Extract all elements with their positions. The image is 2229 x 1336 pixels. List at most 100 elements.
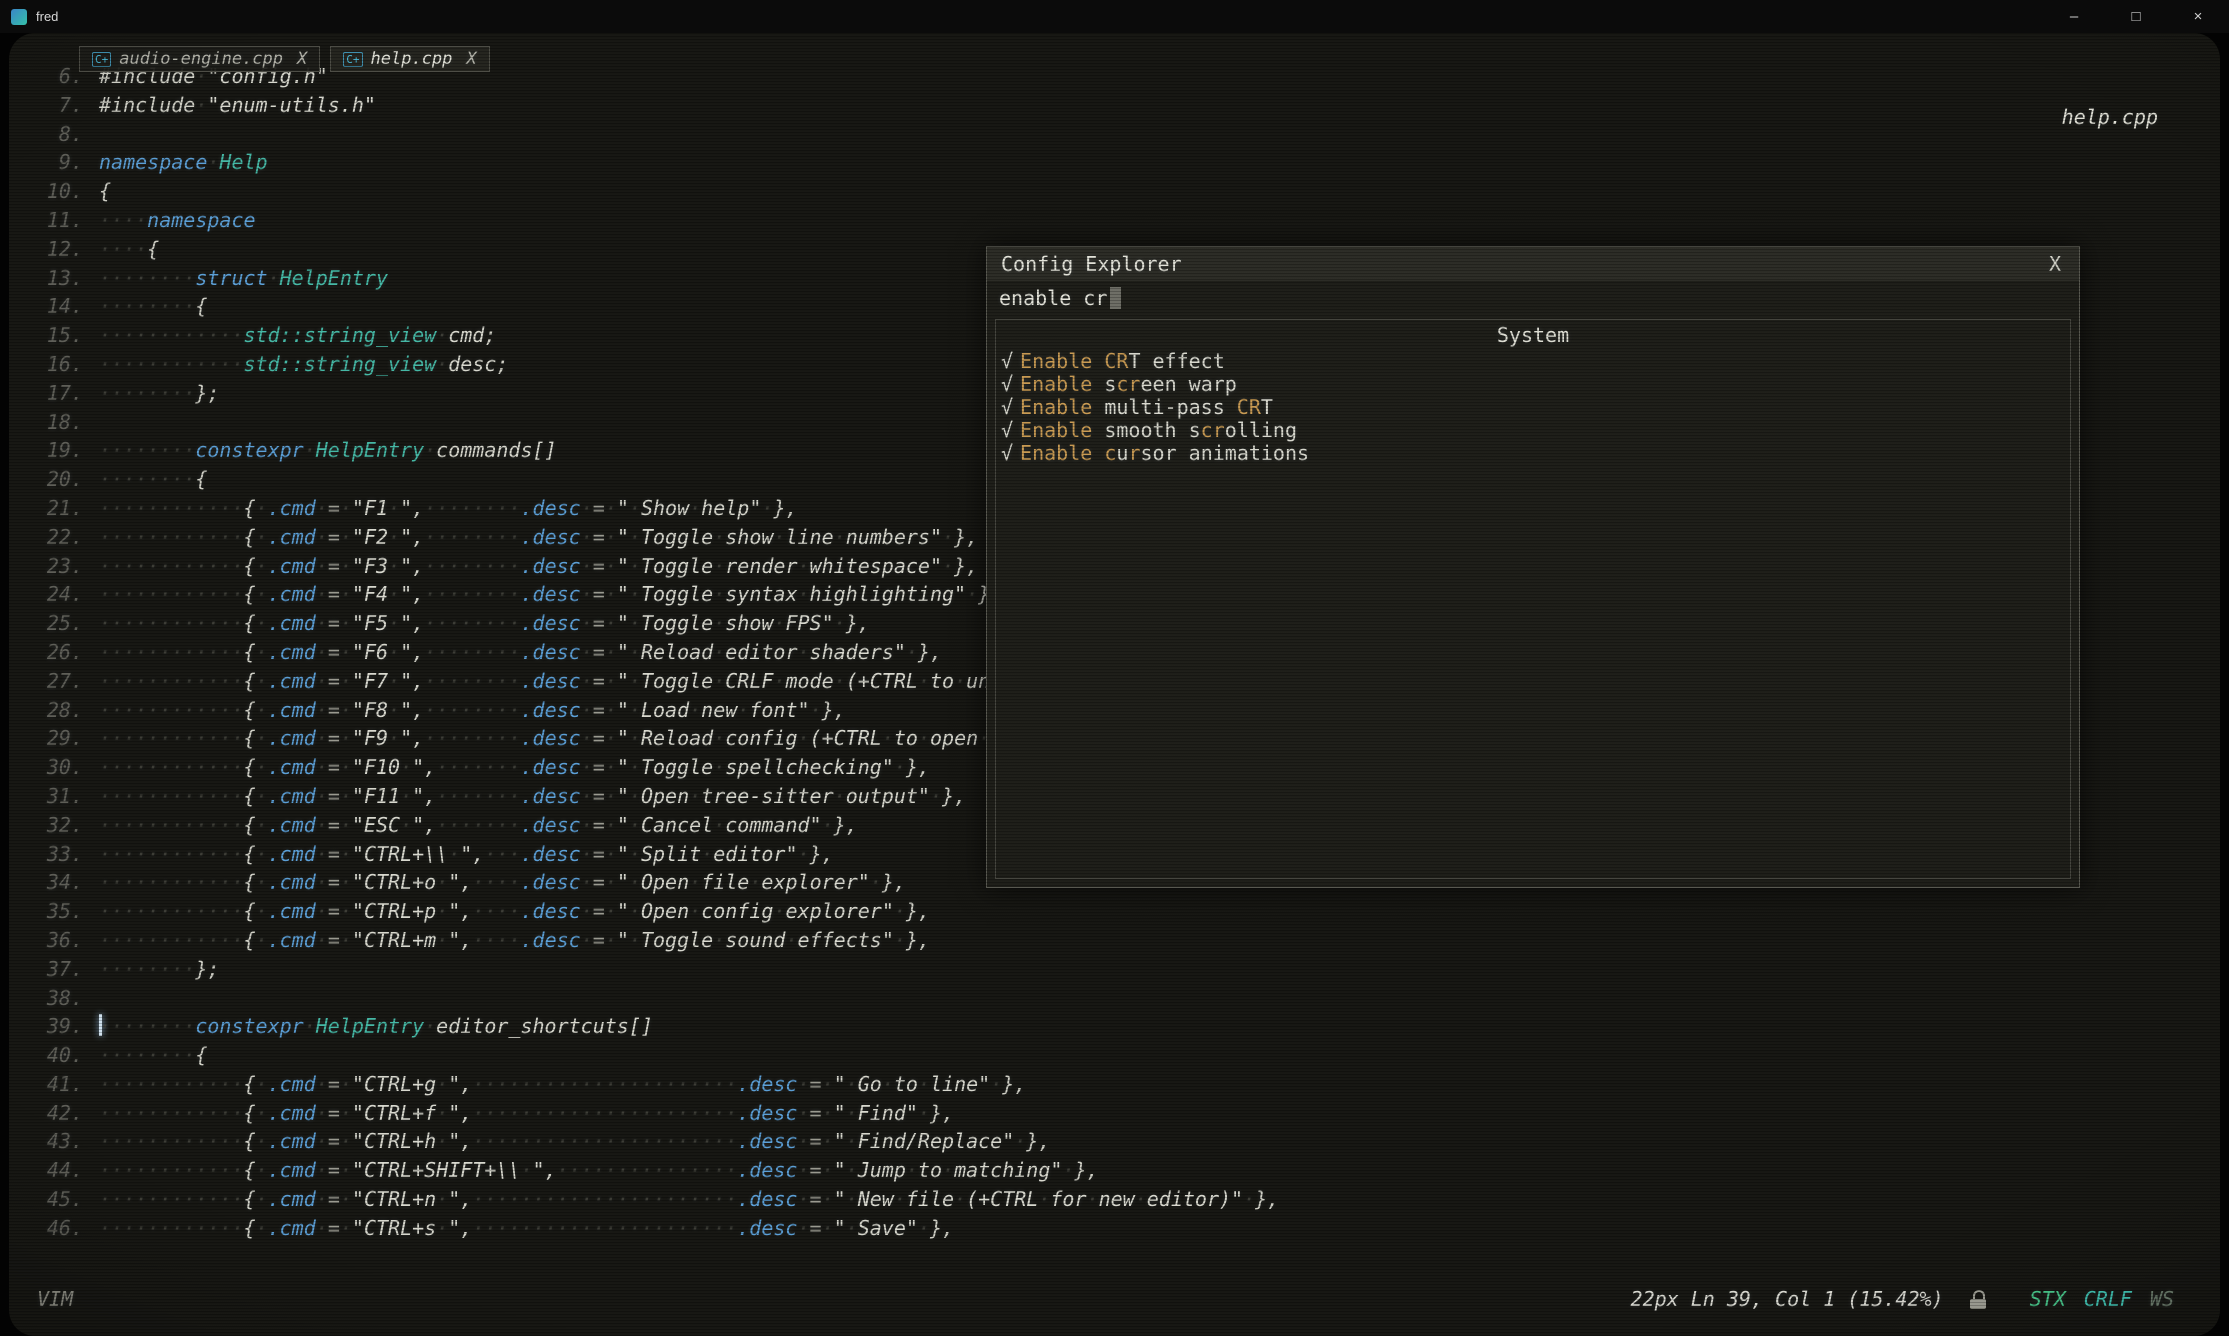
- option-text: [1092, 441, 1104, 465]
- current-file-label: help.cpp: [2062, 105, 2158, 129]
- whitespace-dots: ········: [424, 640, 520, 664]
- pun-token: },: [1255, 1187, 1279, 1211]
- pun-token: {: [244, 1216, 256, 1240]
- tab-help.cpp[interactable]: C+help.cppX: [330, 46, 489, 72]
- whitespace-dots: ·: [834, 525, 846, 549]
- whitespace-dots: ·: [1243, 1187, 1255, 1211]
- tab-label: help.cpp: [371, 49, 453, 69]
- pun-token: ;: [484, 323, 496, 347]
- whitespace-dots: ·: [316, 698, 328, 722]
- op-token: =: [328, 1187, 340, 1211]
- checked-checkbox-icon[interactable]: √: [1001, 418, 1013, 442]
- maximize-button[interactable]: □: [2105, 0, 2167, 33]
- checked-checkbox-icon[interactable]: √: [1001, 395, 1013, 419]
- str-token: Find/Replace": [858, 1129, 1015, 1153]
- pun-token: {: [195, 294, 207, 318]
- whitespace-dots: ·: [942, 525, 954, 549]
- whitespace-dots: ·: [256, 640, 268, 664]
- whitespace-dots: ······················: [472, 1187, 737, 1211]
- whitespace-dots: ·: [436, 928, 448, 952]
- op-token: =: [328, 1072, 340, 1096]
- str-token: (+CTRL: [810, 726, 882, 750]
- kw-token: constexpr: [195, 1014, 303, 1038]
- whitespace-dots: ·: [581, 554, 593, 578]
- whitespace-dots: ············: [99, 755, 244, 779]
- str-token: ": [617, 870, 629, 894]
- code-line-37: 37.········};: [35, 955, 1279, 984]
- app-icon: [11, 9, 27, 25]
- str-token: ",: [400, 698, 424, 722]
- tab-close-button[interactable]: X: [297, 49, 307, 69]
- whitespace-dots: ·: [605, 582, 617, 606]
- config-option[interactable]: √Enable smooth scrolling: [996, 419, 2070, 442]
- minimize-button[interactable]: –: [2043, 0, 2105, 33]
- line-number: 11.: [35, 206, 83, 235]
- pun-token: {: [195, 467, 207, 491]
- whitespace-dots: ·: [797, 1187, 809, 1211]
- config-explorer-titlebar: Config Explorer X: [987, 247, 2079, 281]
- whitespace-dots: ·······: [436, 784, 520, 808]
- line-number: 23.: [35, 552, 83, 581]
- op-token: =: [593, 899, 605, 923]
- matched-text: Enable: [1020, 441, 1092, 465]
- str-token: output": [846, 784, 930, 808]
- config-explorer-close-button[interactable]: X: [2045, 252, 2065, 276]
- str-token: Save": [858, 1216, 918, 1240]
- mem-token: .cmd: [268, 928, 316, 952]
- whitespace-dots: ·: [605, 870, 617, 894]
- str-token: Open: [641, 784, 689, 808]
- pun-token: {: [244, 928, 256, 952]
- config-option[interactable]: √Enable screen warp: [996, 373, 2070, 396]
- type-token: HelpEntry: [316, 1014, 424, 1038]
- str-token: sound: [725, 928, 785, 952]
- config-option[interactable]: √Enable CRT effect: [996, 350, 2070, 373]
- pun-token: };: [195, 957, 219, 981]
- whitespace-dots: ·: [340, 640, 352, 664]
- whitespace-dots: ······················: [472, 1216, 737, 1240]
- checked-checkbox-icon[interactable]: √: [1001, 441, 1013, 465]
- whitespace-dots: ·: [581, 496, 593, 520]
- pun-token: },: [906, 899, 930, 923]
- whitespace-dots: ·: [581, 726, 593, 750]
- code-line-39: 39.········constexpr·HelpEntry·editor_sh…: [35, 1012, 1279, 1041]
- str-token: (+CTRL: [966, 1187, 1038, 1211]
- str-token: Toggle: [641, 669, 713, 693]
- whitespace-dots: ·: [749, 870, 761, 894]
- close-button[interactable]: ×: [2167, 0, 2229, 33]
- tab-close-button[interactable]: X: [466, 49, 476, 69]
- op-token: =: [328, 554, 340, 578]
- pun-token: {: [99, 179, 111, 203]
- pun-token: {: [244, 1101, 256, 1125]
- str-token: "CTRL+o: [352, 870, 436, 894]
- mem-token: .desc: [521, 726, 581, 750]
- op-token: =: [328, 640, 340, 664]
- line-number: 43.: [35, 1127, 83, 1156]
- line-number: 8.: [35, 120, 83, 149]
- pun-token: },: [1026, 1129, 1050, 1153]
- str-token: open: [930, 726, 978, 750]
- whitespace-dots: ········: [424, 554, 520, 578]
- whitespace-dots: ·: [448, 842, 460, 866]
- checked-checkbox-icon[interactable]: √: [1001, 349, 1013, 373]
- line-number: 34.: [35, 868, 83, 897]
- str-token: "F1: [352, 496, 388, 520]
- str-token: ": [617, 640, 629, 664]
- whitespace-dots: ······················: [472, 1101, 737, 1125]
- config-search-input[interactable]: enable cr: [987, 281, 2079, 315]
- whitespace-dots: ·: [605, 496, 617, 520]
- checked-checkbox-icon[interactable]: √: [1001, 372, 1013, 396]
- config-option[interactable]: √Enable multi-pass CRT: [996, 396, 2070, 419]
- whitespace-dots: ·: [304, 1014, 316, 1038]
- whitespace-dots: ·: [797, 1158, 809, 1182]
- line-number: 35.: [35, 897, 83, 926]
- mem-token: .cmd: [268, 755, 316, 779]
- id-token: editor_shortcuts[]: [436, 1014, 653, 1038]
- whitespace-dots: ····: [472, 870, 520, 894]
- str-token: for: [1050, 1187, 1086, 1211]
- whitespace-dots: ·: [340, 669, 352, 693]
- code-line-36: 36.············{·.cmd·=·"CTRL+m·",····.d…: [35, 926, 1279, 955]
- config-option[interactable]: √Enable cursor animations: [996, 442, 2070, 465]
- whitespace-dots: ·: [400, 755, 412, 779]
- whitespace-dots: ·: [713, 755, 725, 779]
- tab-audio-engine.cpp[interactable]: C+audio-engine.cppX: [79, 46, 320, 72]
